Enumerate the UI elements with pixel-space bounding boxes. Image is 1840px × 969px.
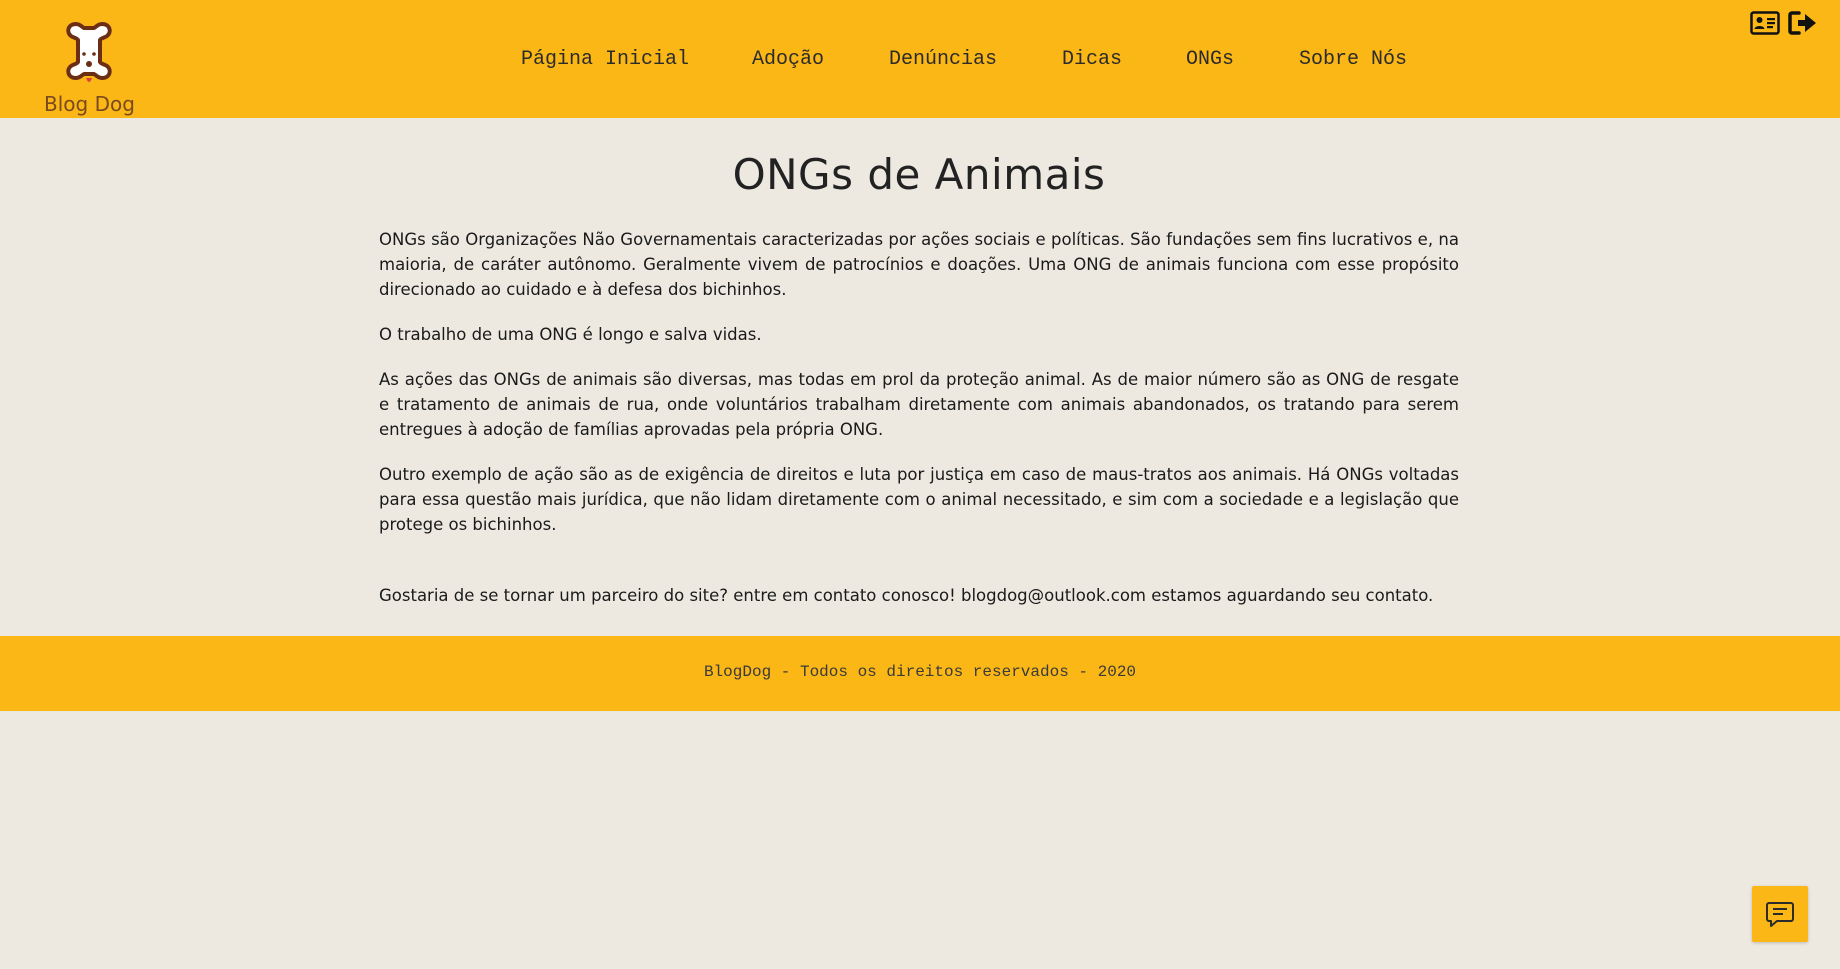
paragraph-actions: As ações das ONGs de animais são diversa… — [379, 370, 1459, 439]
paragraph-legal: Outro exemplo de ação são as de exigênci… — [379, 465, 1459, 534]
chat-icon — [1766, 902, 1794, 927]
main-nav: Página Inicial Adoção Denúncias Dicas ON… — [0, 48, 1840, 76]
nav-item-adocao[interactable]: Adoção — [752, 48, 824, 71]
nav-item-pagina-inicial[interactable]: Página Inicial — [521, 48, 689, 71]
sign-out-icon[interactable] — [1788, 10, 1818, 36]
contact-text: Gostaria de se tornar um parceiro do sit… — [379, 586, 1434, 605]
site-header: Blog Dog Página Inicial Adoção Denúncias… — [0, 0, 1840, 118]
page-title: ONGs de Animais — [732, 150, 1106, 199]
paragraph-intro: ONGs são Organizações Não Governamentais… — [379, 230, 1459, 299]
id-card-icon[interactable] — [1750, 10, 1780, 36]
logo-text: Blog Dog — [44, 92, 135, 116]
nav-item-sobre-nos[interactable]: Sobre Nós — [1299, 48, 1407, 71]
nav-item-ongs[interactable]: ONGs — [1186, 48, 1234, 71]
main-content: ONGs de Animais ONGs são Organizações Nã… — [379, 150, 1459, 628]
chat-button[interactable] — [1752, 886, 1808, 942]
nav-item-denuncias[interactable]: Denúncias — [889, 48, 997, 71]
nav-item-dicas[interactable]: Dicas — [1062, 48, 1122, 71]
footer-text: BlogDog - Todos os direitos reservados -… — [703, 663, 1137, 681]
site-footer: BlogDog - Todos os direitos reservados -… — [0, 636, 1840, 711]
paragraph-saves-lives: O trabalho de uma ONG é longo e salva vi… — [379, 325, 762, 344]
